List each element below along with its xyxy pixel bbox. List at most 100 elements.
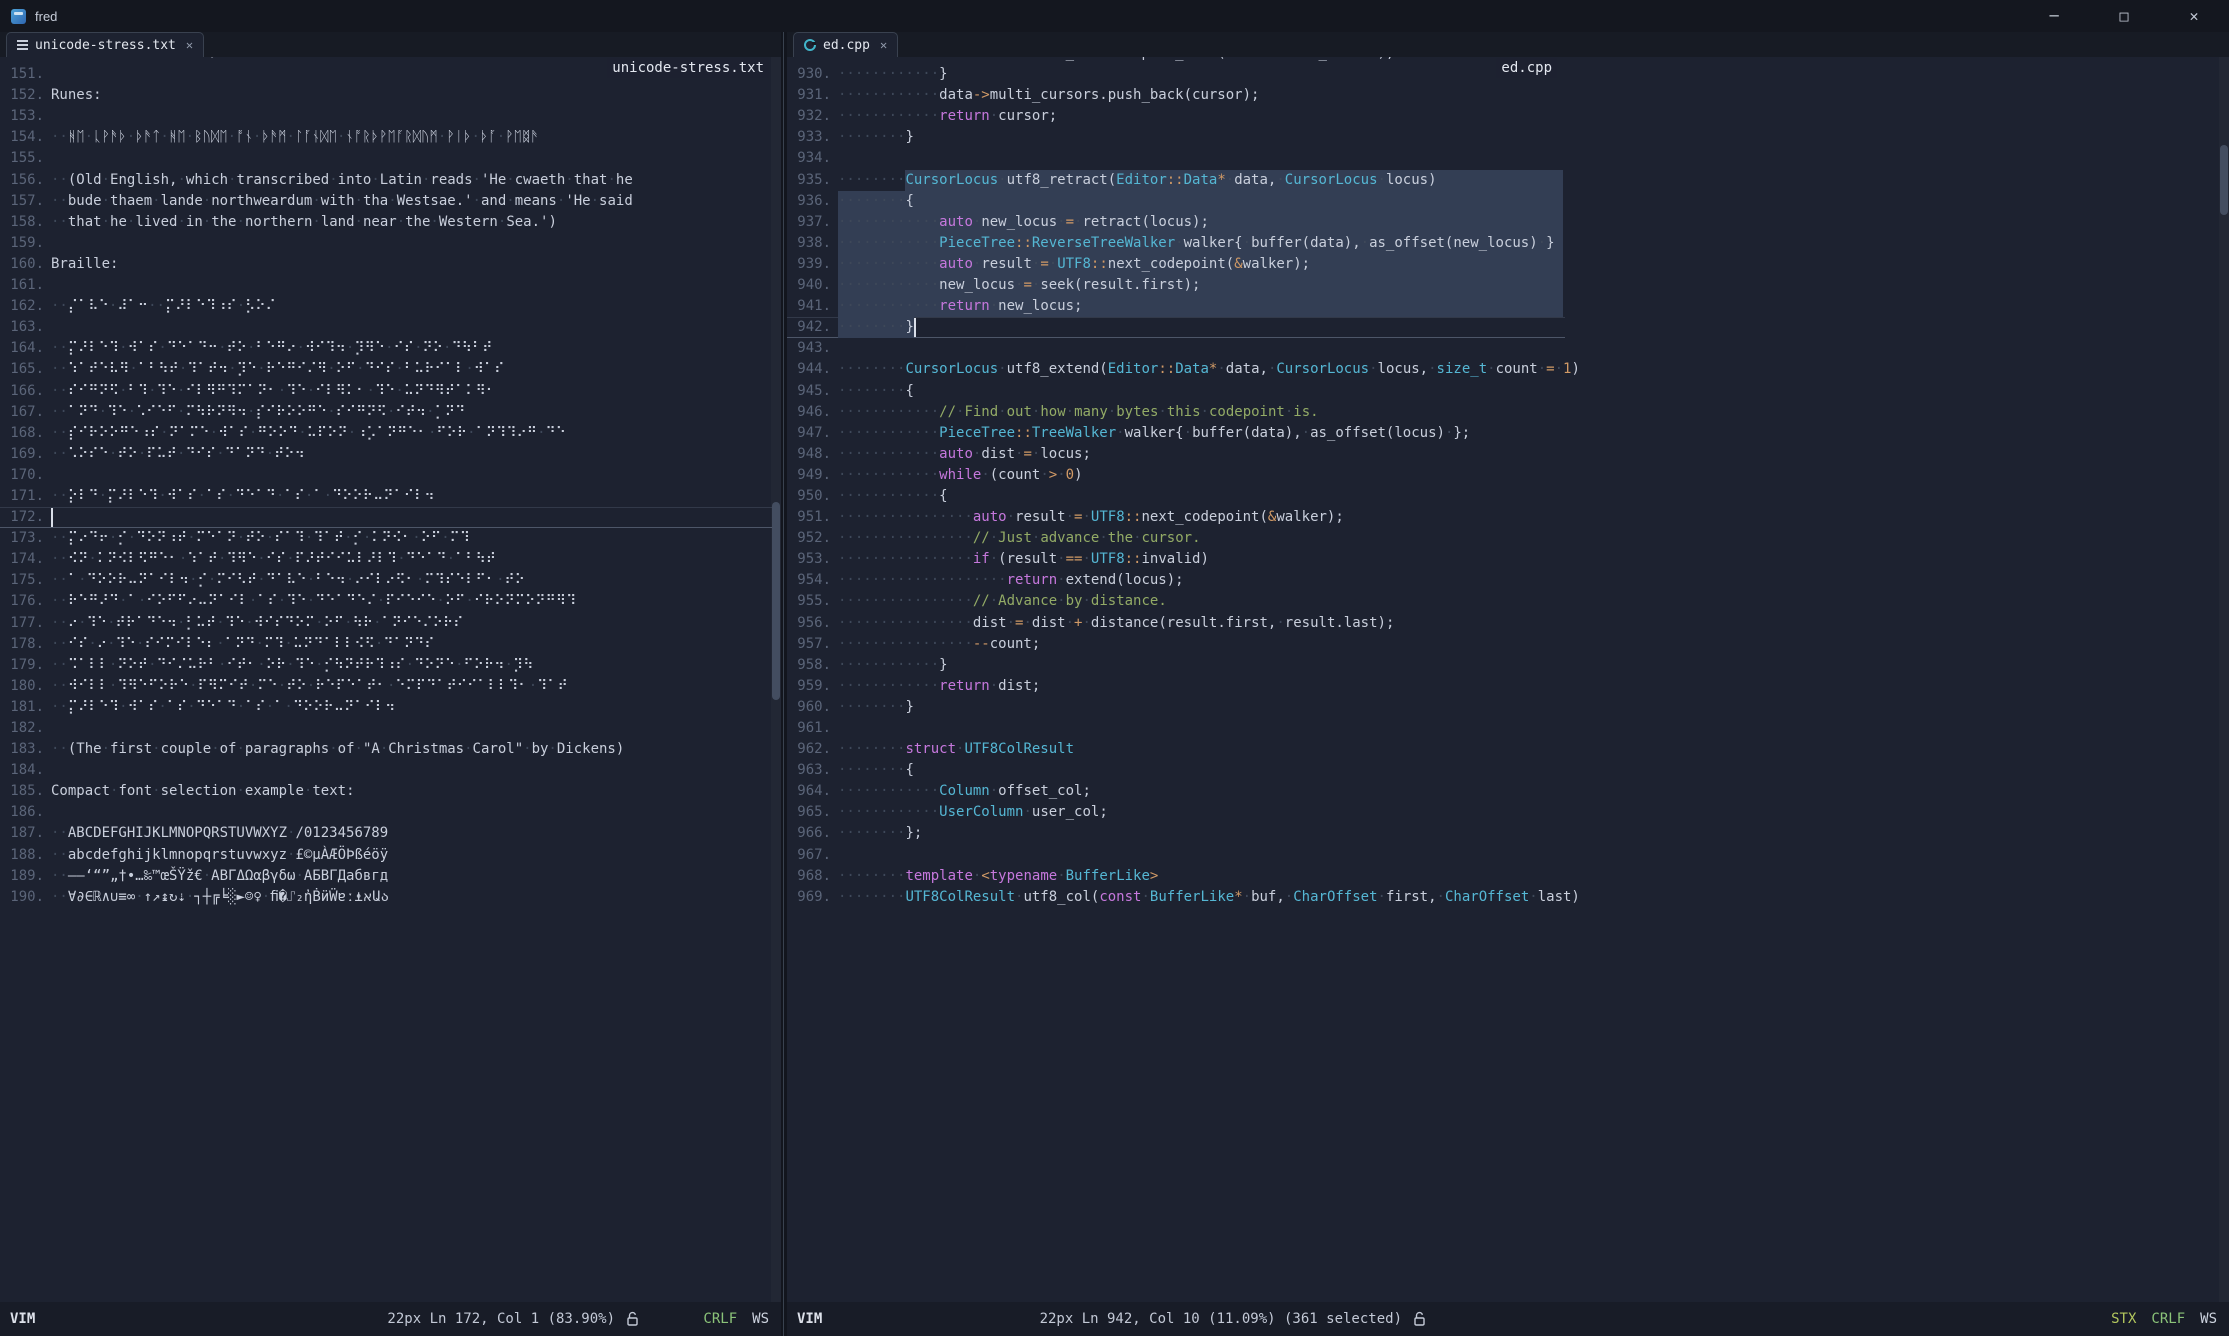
line-text[interactable]: ············new_locus·=·seek(result.firs…	[838, 275, 1565, 296]
line-text[interactable]: ················if·(result·==·UTF8::inva…	[838, 549, 1565, 570]
code-line[interactable]: 160.Braille:	[0, 254, 772, 275]
line-text[interactable]: ············}	[838, 64, 1565, 85]
tab-ed-cpp[interactable]: ed.cpp ✕	[793, 32, 898, 57]
code-line[interactable]: 969.········UTF8ColResult·utf8_col(const…	[787, 887, 1565, 908]
line-text[interactable]: Braille:	[51, 254, 772, 275]
code-line[interactable]: 155.	[0, 148, 772, 169]
line-text[interactable]	[51, 802, 772, 823]
line-text[interactable]: Compact·font·selection·example·text:	[51, 781, 772, 802]
code-line[interactable]: 153.	[0, 106, 772, 127]
code-line[interactable]: 953.················if·(result·==·UTF8::…	[787, 549, 1565, 570]
code-line[interactable]: 946.············//·Find·out·how·many·byt…	[787, 402, 1565, 423]
code-line[interactable]: 932.············return·cursor;	[787, 106, 1565, 127]
code-line[interactable]: 964.············Column·offset_col;	[787, 781, 1565, 802]
line-text[interactable]: ··⠡⠕⠎⠑·⠞⠕·⠏⠥⠞·⠙⠊⠎·⠙⠁⠝⠙·⠞⠕⠲	[51, 444, 772, 465]
code-line[interactable]: 941.············return·new_locus;	[787, 296, 1565, 317]
line-text[interactable]: ··abcdefghijklmnopqrstuvwxyz·£©µÀÆÖÞßéöÿ	[51, 845, 772, 866]
line-text[interactable]	[51, 465, 772, 486]
code-line[interactable]: 187.··ABCDEFGHIJKLMNOPQRSTUVWXYZ·/012345…	[0, 823, 772, 844]
code-line[interactable]: 162.··⡌⠁⠧⠑·⠼⠁⠒··⡍⠜⠇⠑⠹⠰⠎·⡣⠕⠌	[0, 296, 772, 317]
line-text[interactable]: ············Column·offset_col;	[838, 781, 1565, 802]
code-line[interactable]: 947.············PieceTree::TreeWalker·wa…	[787, 423, 1565, 444]
line-text[interactable]: ················dist·=·dist·+·distance(r…	[838, 613, 1565, 634]
code-line[interactable]: 945.········{	[787, 381, 1565, 402]
scrollbar-thumb[interactable]	[772, 502, 780, 700]
line-text[interactable]: ················auto·result·=·UTF8::next…	[838, 507, 1565, 528]
code-line[interactable]: 955.················//·Advance·by·distan…	[787, 591, 1565, 612]
scrollbar-right[interactable]	[2219, 57, 2229, 1302]
code-line[interactable]: 950.············{	[787, 486, 1565, 507]
code-line[interactable]: 963.········{	[787, 760, 1565, 781]
line-text[interactable]: ··that·he·lived·in·the·northern·land·nea…	[51, 212, 772, 233]
code-line[interactable]: 164.··⡍⠜⠇⠑⠹·⠺⠁⠎·⠙⠑⠁⠙⠒·⠞⠕·⠃⠑⠛⠔·⠺⠊⠹⠲·⡹⠻⠑·⠊…	[0, 338, 772, 359]
code-line[interactable]: 939.············auto·result·=·UTF8::next…	[787, 254, 1565, 275]
line-text[interactable]: ················data->multi_cursors.push…	[838, 57, 1565, 64]
line-text[interactable]: ··ABCDEFGHIJKLMNOPQRSTUVWXYZ·/0123456789	[51, 823, 772, 844]
line-text[interactable]: ················//·Advance·by·distance.	[838, 591, 1565, 612]
line-text[interactable]: ············data->multi_cursors.push_bac…	[838, 85, 1565, 106]
code-line[interactable]: 152.Runes:	[0, 85, 772, 106]
code-line[interactable]: 190.··∀∂∈ℝ∧∪≡∞·↑↗↨↻⇣·┐┼╔╘░►☺♀·ﬁ�⑀₂ἠḂӥẄɐː…	[0, 887, 772, 908]
line-text[interactable]: ··bude·thaem·lande·northweardum·with·tha…	[51, 191, 772, 212]
line-text[interactable]: ··⠔·⠹⠑·⠞⠗⠁⠙⠑⠲·⡃⠥⠞·⠹⠑·⠺⠊⠎⠙⠕⠍·⠕⠋·⠳⠗·⠁⠝⠊⠑⠌⠕…	[51, 613, 772, 634]
code-line[interactable]: 163.	[0, 317, 772, 338]
code-line[interactable]: 184.	[0, 760, 772, 781]
code-line[interactable]: 186.	[0, 802, 772, 823]
line-text[interactable]	[838, 338, 1565, 359]
code-line[interactable]: 174.··⠪⠝·⠅⠝⠪⠇⠫⠛⠑⠂·⠱⠁⠞·⠹⠻⠑·⠊⠎·⠏⠜⠞⠊⠊⠥⠇⠜⠇⠹·…	[0, 549, 772, 570]
tab-unicode-stress[interactable]: unicode-stress.txt ✕	[6, 32, 204, 57]
line-text[interactable]: ··⡍⠔⠙⠖·⡊·⠙⠕⠝⠰⠞·⠍⠑⠁⠝·⠞⠕·⠎⠁⠹·⠹⠁⠞·⡊·⠅⠝⠪⠂·⠕⠋…	[51, 528, 772, 549]
code-line[interactable]: 166.··⠎⠊⠛⠝⠫·⠃⠹·⠹⠑·⠊⠇⠻⠛⠹⠍⠁⠝⠂·⠹⠑·⠊⠇⠻⠅⠂·⠹⠑·…	[0, 381, 772, 402]
line-text[interactable]: ············//·Find·out·how·many·bytes·t…	[838, 402, 1565, 423]
line-text[interactable]: ············return·cursor;	[838, 106, 1565, 127]
line-text[interactable]: ············auto·result·=·UTF8::next_cod…	[838, 254, 1565, 275]
line-text[interactable]	[838, 845, 1565, 866]
code-line[interactable]: 175.··⠁·⠙⠕⠕⠗⠤⠝⠁⠊⠇⠲·⡊·⠍⠊⠣⠞·⠙⠁⠧⠑·⠃⠑⠲·⠔⠊⠇⠔⠫…	[0, 570, 772, 591]
code-line[interactable]: 933.········}	[787, 127, 1565, 148]
line-text[interactable]: ········CursorLocus·utf8_extend(Editor::…	[838, 359, 1565, 380]
code-line[interactable]: 944.········CursorLocus·utf8_extend(Edit…	[787, 359, 1565, 380]
line-text[interactable]: ··⡕⠇⠙·⡍⠜⠇⠑⠹·⠺⠁⠎·⠁⠎·⠙⠑⠁⠙·⠁⠎·⠁·⠙⠕⠕⠗⠤⠝⠁⠊⠇⠲	[51, 486, 772, 507]
line-text[interactable]: ··∀∂∈ℝ∧∪≡∞·↑↗↨↻⇣·┐┼╔╘░►☺♀·ﬁ�⑀₂ἠḂӥẄɐː⍎אԱა	[51, 887, 772, 908]
line-text[interactable]	[51, 507, 772, 528]
code-line[interactable]: 169.··⠡⠕⠎⠑·⠞⠕·⠏⠥⠞·⠙⠊⠎·⠙⠁⠝⠙·⠞⠕⠲	[0, 444, 772, 465]
line-text[interactable]: ········template·<typename·BufferLike>	[838, 866, 1565, 887]
maximize-button[interactable]: □	[2089, 0, 2159, 32]
code-line[interactable]: 934.	[787, 148, 1565, 169]
line-text[interactable]: ··⡎⠊⠗⠕⠕⠛⠑⠰⠎·⠝⠁⠍⠑·⠺⠁⠎·⠛⠕⠕⠙·⠥⠏⠕⠝·⠰⡡⠁⠝⠛⠑⠂·⠋…	[51, 423, 772, 444]
title-bar[interactable]: fred ─ □ ✕	[0, 0, 2229, 32]
code-line[interactable]: 154.··ᚻᛖ·ᚳᚹᚫᚦ·ᚦᚫᛏ·ᚻᛖ·ᛒᚢᛞᛖ·ᚩᚾ·ᚦᚫᛗ·ᛚᚪᚾᛞᛖ·ᚾ…	[0, 127, 772, 148]
line-text[interactable]: ········{	[838, 381, 1565, 402]
code-line[interactable]: 965.············UserColumn·user_col;	[787, 802, 1565, 823]
line-text[interactable]: ············auto·new_locus·=·retract(loc…	[838, 212, 1565, 233]
minimize-button[interactable]: ─	[2019, 0, 2089, 32]
code-line[interactable]: 189.··–—‘“”„†•…‰™œŠŸž€·ΑΒΓΔΩαβγδω·АБВГДа…	[0, 866, 772, 887]
line-text[interactable]: ················//·Just·advance·the·curs…	[838, 528, 1565, 549]
line-text[interactable]	[51, 760, 772, 781]
code-line[interactable]: 177.··⠔·⠹⠑·⠞⠗⠁⠙⠑⠲·⡃⠥⠞·⠹⠑·⠺⠊⠎⠙⠕⠍·⠕⠋·⠳⠗·⠁⠝…	[0, 613, 772, 634]
code-line[interactable]: 167.··⠁⠝⠙·⠹⠑·⠡⠊⠑⠋·⠍⠳⠗⠝⠻⠲·⡎⠊⠗⠕⠕⠛⠑·⠎⠊⠛⠝⠫·⠊…	[0, 402, 772, 423]
code-line[interactable]: 937.············auto·new_locus·=·retract…	[787, 212, 1565, 233]
line-text[interactable]: Runes:	[51, 85, 772, 106]
line-text[interactable]: ··ᚻᛖ·ᚳᚹᚫᚦ·ᚦᚫᛏ·ᚻᛖ·ᛒᚢᛞᛖ·ᚩᚾ·ᚦᚫᛗ·ᛚᚪᚾᛞᛖ·ᚾᚩᚱᚦᚹ…	[51, 127, 772, 148]
code-line[interactable]: 938.············PieceTree::ReverseTreeWa…	[787, 233, 1565, 254]
code-line[interactable]: 936.········{	[787, 191, 1565, 212]
line-text[interactable]: ··⠱⠁⠞⠑⠧⠻·⠁⠃⠳⠞·⠹⠁⠞⠲·⡹⠑·⠗⠑⠛⠊⠌⠻·⠕⠋·⠙⠊⠎·⠃⠥⠗⠊…	[51, 359, 772, 380]
code-line[interactable]: 940.············new_locus·=·seek(result.…	[787, 275, 1565, 296]
line-text[interactable]: ··⠁⠝⠙·⠹⠑·⠡⠊⠑⠋·⠍⠳⠗⠝⠻⠲·⡎⠊⠗⠕⠕⠛⠑·⠎⠊⠛⠝⠫·⠊⠞⠲·⡁…	[51, 402, 772, 423]
code-line[interactable]: 943.	[787, 338, 1565, 359]
code-line[interactable]: 967.	[787, 845, 1565, 866]
code-line[interactable]: 958.············}	[787, 655, 1565, 676]
code-line[interactable]: 951.················auto·result·=·UTF8::…	[787, 507, 1565, 528]
code-line[interactable]: 159.	[0, 233, 772, 254]
code-line[interactable]: 948.············auto·dist·=·locus;	[787, 444, 1565, 465]
code-line[interactable]: 183.··(The·first·couple·of·paragraphs·of…	[0, 739, 772, 760]
line-text[interactable]	[51, 275, 772, 296]
line-text[interactable]	[51, 233, 772, 254]
code-line[interactable]: 182.	[0, 718, 772, 739]
code-line[interactable]: 959.············return·dist;	[787, 676, 1565, 697]
line-text[interactable]: ········UTF8ColResult·utf8_col(const·Buf…	[838, 887, 1565, 908]
line-text[interactable]: ············PieceTree::ReverseTreeWalker…	[838, 233, 1565, 254]
code-line[interactable]: 158.··that·he·lived·in·the·northern·land…	[0, 212, 772, 233]
line-text[interactable]: ············auto·dist·=·locus;	[838, 444, 1565, 465]
